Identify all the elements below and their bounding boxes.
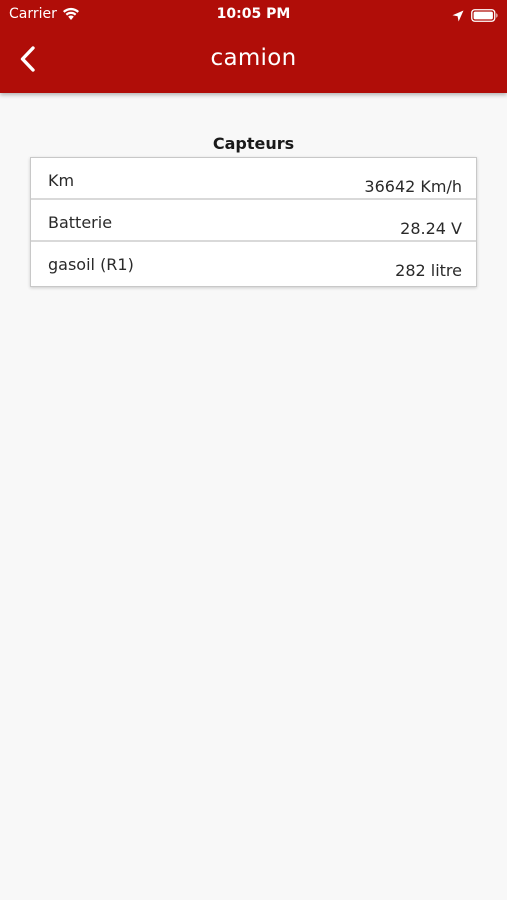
sensor-label: Km <box>48 171 75 190</box>
sensor-value: 36642 Km/h <box>364 177 462 196</box>
location-arrow-icon <box>452 7 464 22</box>
sensor-value: 282 litre <box>395 261 462 280</box>
sensor-label: Batterie <box>48 213 113 232</box>
sensor-value: 28.24 V <box>400 219 462 238</box>
sensor-row-gasoil: gasoil (R1) 282 litre <box>31 242 476 286</box>
battery-icon <box>471 7 499 22</box>
sensor-label: gasoil (R1) <box>48 255 134 274</box>
app-header: Carrier 10:05 PM camion <box>0 0 507 93</box>
section-title: Capteurs <box>212 134 295 153</box>
sensor-table: Km 36642 Km/h Batterie 28.24 V gasoil (R… <box>30 157 477 287</box>
page-title: camion <box>210 45 297 71</box>
status-bar: Carrier 10:05 PM <box>0 0 507 28</box>
status-time: 10:05 PM <box>216 6 291 22</box>
sensor-row-km: Km 36642 Km/h <box>31 158 476 200</box>
sensor-row-batterie: Batterie 28.24 V <box>31 200 476 242</box>
